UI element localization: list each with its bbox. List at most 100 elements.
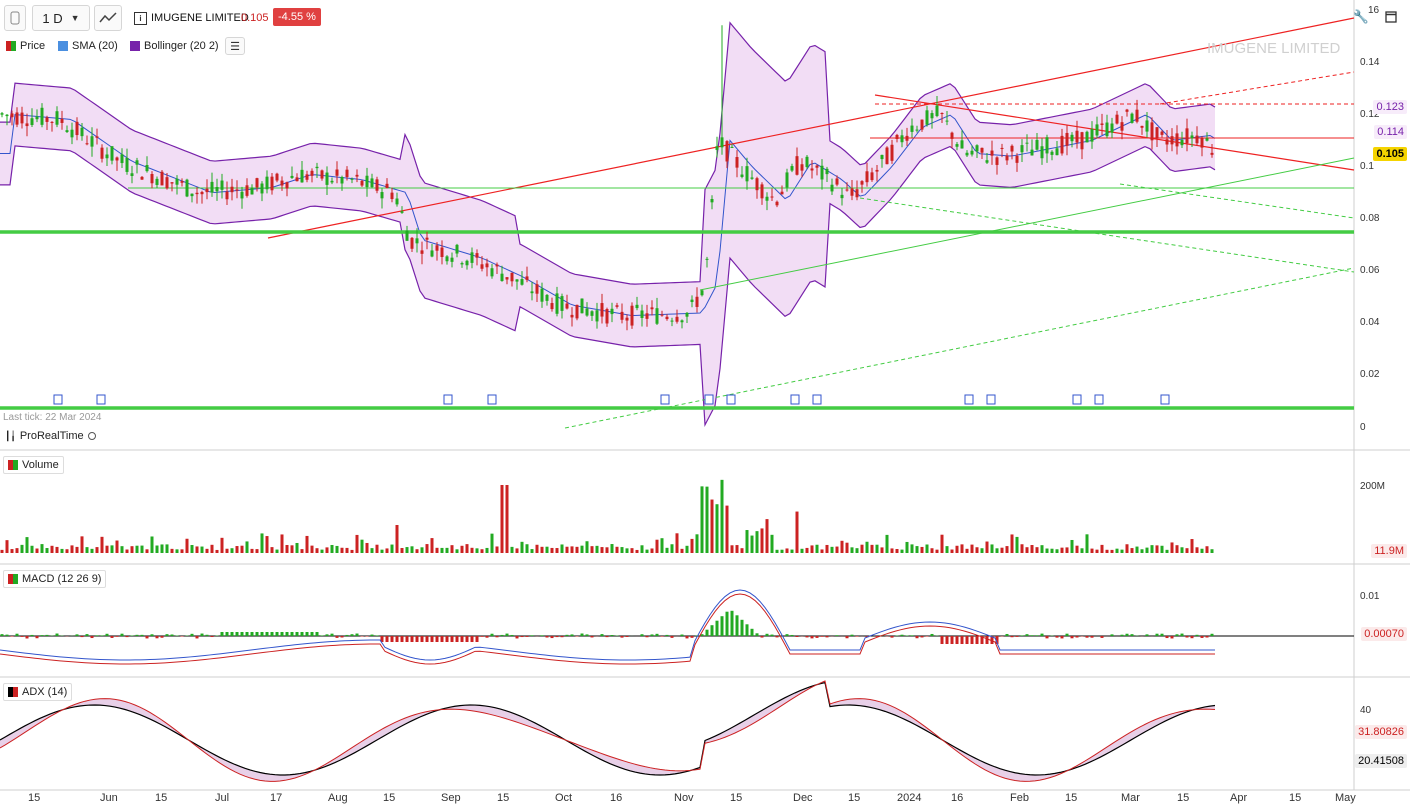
macd-histogram-bar (805, 636, 809, 638)
macd-histogram-bar (705, 629, 709, 636)
candle-body (875, 169, 879, 172)
volume-bar (330, 544, 334, 553)
candle-body (930, 113, 934, 119)
candle-body (855, 189, 859, 198)
macd-histogram-bar (385, 636, 389, 642)
volume-bar (105, 545, 109, 553)
volume-bar (1125, 544, 1129, 553)
volume-bar (715, 504, 719, 553)
macd-histogram-bar (90, 636, 94, 639)
macd-histogram-bar (710, 625, 714, 636)
macd-histogram-bar (225, 632, 229, 636)
macd-histogram-bar (220, 632, 224, 636)
volume-bar (870, 544, 874, 553)
candle-body (465, 260, 469, 266)
volume-bar (1200, 548, 1204, 553)
time-axis[interactable]: 15 Jun 15 Jul 17 Aug 15 Sep 15 Oct 16 Nov 15 Dec 15 202… (0, 792, 1356, 808)
volume-bar (340, 547, 344, 553)
volume-bar (995, 548, 999, 553)
x-axis-label: 16 (610, 792, 623, 804)
volume-bar (165, 544, 169, 553)
volume-bar (965, 548, 969, 553)
candle-body (130, 173, 134, 176)
price-chart[interactable] (0, 0, 1410, 810)
candle-body (1150, 122, 1154, 141)
volume-bar (1190, 539, 1194, 553)
candle-body (770, 196, 774, 198)
macd-histogram-bar (255, 632, 259, 636)
macd-histogram-bar (520, 636, 524, 638)
volume-bar (555, 548, 559, 553)
volume-bar (440, 547, 444, 553)
candle-body (430, 250, 434, 257)
volume-bar (770, 534, 774, 553)
macd-histogram-bar (900, 634, 904, 636)
macd-histogram-bar (1145, 634, 1149, 636)
candle-body (260, 183, 264, 194)
macd-histogram-bar (600, 634, 604, 636)
macd-histogram-bar (610, 635, 614, 636)
candle-body (125, 157, 129, 172)
candle-body (480, 264, 484, 269)
x-axis-label: Mar (1121, 792, 1140, 804)
last-tick-label: Last tick: 22 Mar 2024 (3, 412, 102, 423)
candle-body (865, 171, 869, 183)
candle-body (570, 314, 574, 318)
candle-body (765, 196, 769, 201)
volume-bar (1035, 547, 1039, 553)
candle-body (210, 181, 214, 193)
candle-body (1200, 137, 1204, 148)
macd-histogram-bar (45, 634, 49, 636)
macd-histogram-bar (205, 634, 209, 636)
macd-histogram-bar (295, 632, 299, 636)
adx-pane-label[interactable]: ADX (14) (3, 683, 73, 701)
macd-histogram-bar (390, 636, 394, 642)
candle-body (20, 112, 24, 124)
volume-bar (835, 546, 839, 553)
volume-tag: 11.9M (1371, 544, 1407, 558)
macd-histogram-bar (1040, 633, 1044, 636)
macd-histogram-bar (370, 634, 374, 636)
macd-axis-label: 0.01 (1360, 591, 1380, 602)
candle-body (800, 164, 804, 171)
volume-bar (855, 548, 859, 553)
candle-body (925, 110, 929, 125)
macd-histogram-bar (1120, 634, 1124, 636)
candle-body (95, 136, 99, 138)
volume-bar (145, 549, 149, 553)
candle-body (80, 127, 84, 137)
volume-bar (10, 549, 14, 553)
candle-body (860, 181, 864, 185)
candle-body (1020, 145, 1024, 153)
candle-body (1145, 120, 1149, 132)
volume-bar (875, 544, 879, 553)
volume-bar (780, 549, 784, 553)
candle-body (905, 135, 909, 141)
candle-body (295, 177, 299, 182)
macd-pane-label[interactable]: MACD (12 26 9) (3, 570, 107, 588)
candle-body (235, 189, 239, 191)
macd-histogram-bar (10, 636, 14, 637)
candle-body (505, 277, 509, 280)
volume-bar (1210, 549, 1214, 553)
candle-body (360, 180, 364, 186)
y-label: 0.06 (1360, 265, 1380, 276)
macd-histogram-bar (460, 636, 464, 642)
candle-body (1000, 147, 1004, 149)
macd-histogram-bar (640, 634, 644, 636)
volume-pane-label[interactable]: Volume (3, 456, 64, 474)
candle-body (75, 121, 79, 136)
x-axis-label: Feb (1010, 792, 1029, 804)
macd-histogram-bar (5, 634, 9, 636)
candle-body (1135, 109, 1139, 122)
candle-body (805, 156, 809, 168)
volume-bar (395, 525, 399, 553)
candle-body (305, 174, 309, 180)
volume-bar (5, 540, 9, 553)
candle-body (900, 135, 904, 143)
volume-bar (70, 545, 74, 553)
macd-histogram-bar (740, 619, 744, 636)
candle-body (1065, 132, 1069, 146)
candle-body (180, 181, 184, 183)
macd-histogram-bar (40, 635, 44, 636)
